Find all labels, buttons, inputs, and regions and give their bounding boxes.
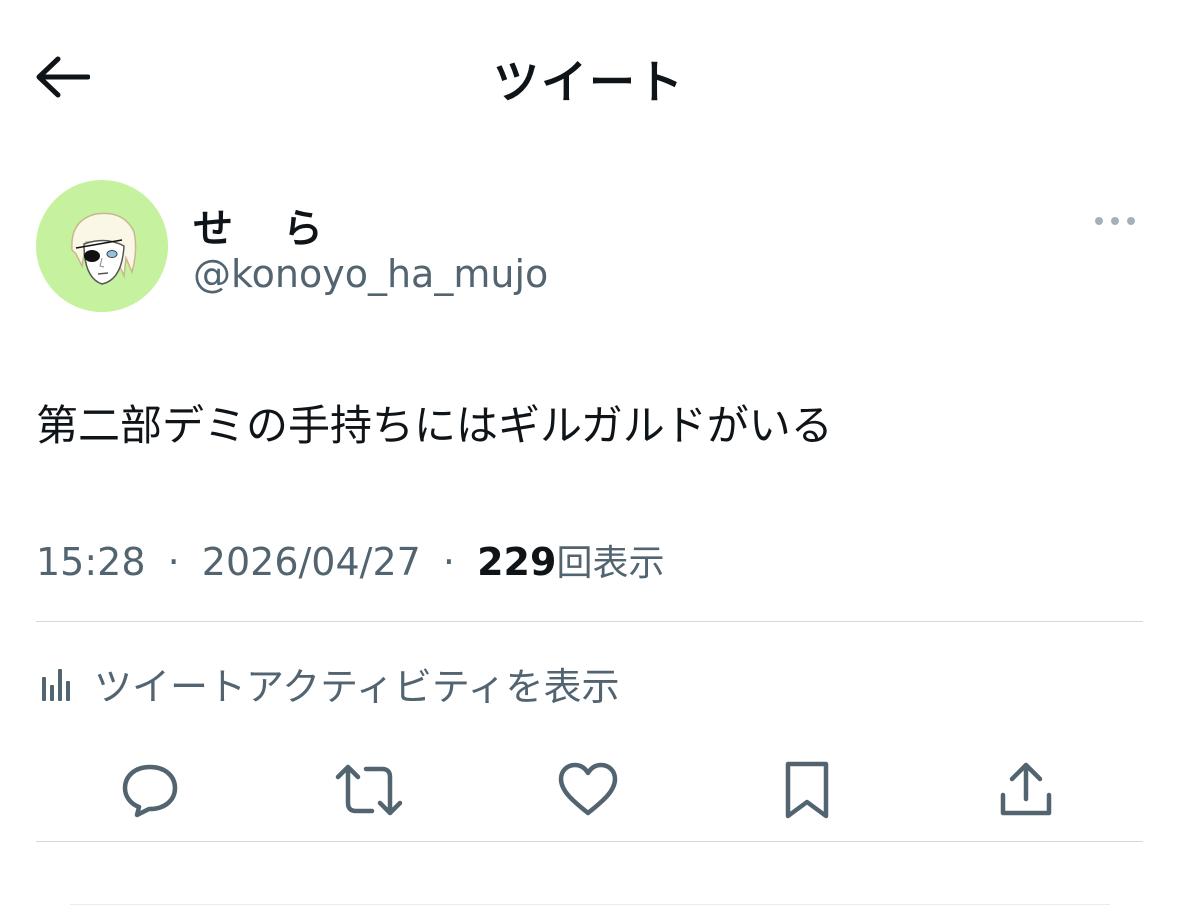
analytics-bar-icon	[42, 669, 70, 701]
like-icon	[558, 762, 618, 816]
views-count: 229	[477, 540, 557, 584]
top-bar: ツイート	[0, 0, 1178, 150]
avatar[interactable]	[36, 180, 168, 312]
bookmark-icon	[785, 761, 829, 819]
tweet-meta: 15:28 · 2026/04/27 · 229回表示	[36, 534, 664, 586]
share-button[interactable]	[991, 750, 1061, 830]
share-icon	[1000, 762, 1052, 816]
divider	[70, 904, 1110, 905]
page-title: ツイート	[493, 55, 685, 109]
retweet-icon	[335, 764, 403, 816]
views-label: 回表示	[556, 543, 665, 584]
divider	[36, 621, 1143, 622]
display-name[interactable]: せ ら	[193, 196, 341, 254]
more-dots-icon	[1095, 217, 1135, 225]
tweet-author: せ ら @konoyo_ha_mujo	[36, 180, 1144, 320]
tweet-time[interactable]: 15:28	[36, 540, 146, 584]
like-button[interactable]	[553, 750, 623, 830]
more-options-button[interactable]	[1090, 206, 1140, 236]
meta-separator: ·	[167, 540, 180, 584]
retweet-button[interactable]	[334, 750, 404, 830]
divider	[36, 841, 1143, 842]
avatar-image	[36, 180, 168, 312]
tweet-actions-bar	[0, 750, 1178, 830]
bookmark-button[interactable]	[772, 750, 842, 830]
meta-separator: ·	[442, 540, 456, 584]
tweet-activity-link[interactable]: ツイートアクティビティを表示	[36, 655, 620, 711]
reply-icon	[122, 764, 178, 818]
tweet-text: 第二部デミの手持ちにはギルガルドがいる	[36, 401, 833, 450]
user-handle[interactable]: @konoyo_ha_mujo	[193, 252, 548, 296]
reply-button[interactable]	[115, 750, 185, 830]
activity-label: ツイートアクティビティを表示	[94, 664, 620, 709]
tweet-date[interactable]: 2026/04/27	[202, 540, 421, 584]
